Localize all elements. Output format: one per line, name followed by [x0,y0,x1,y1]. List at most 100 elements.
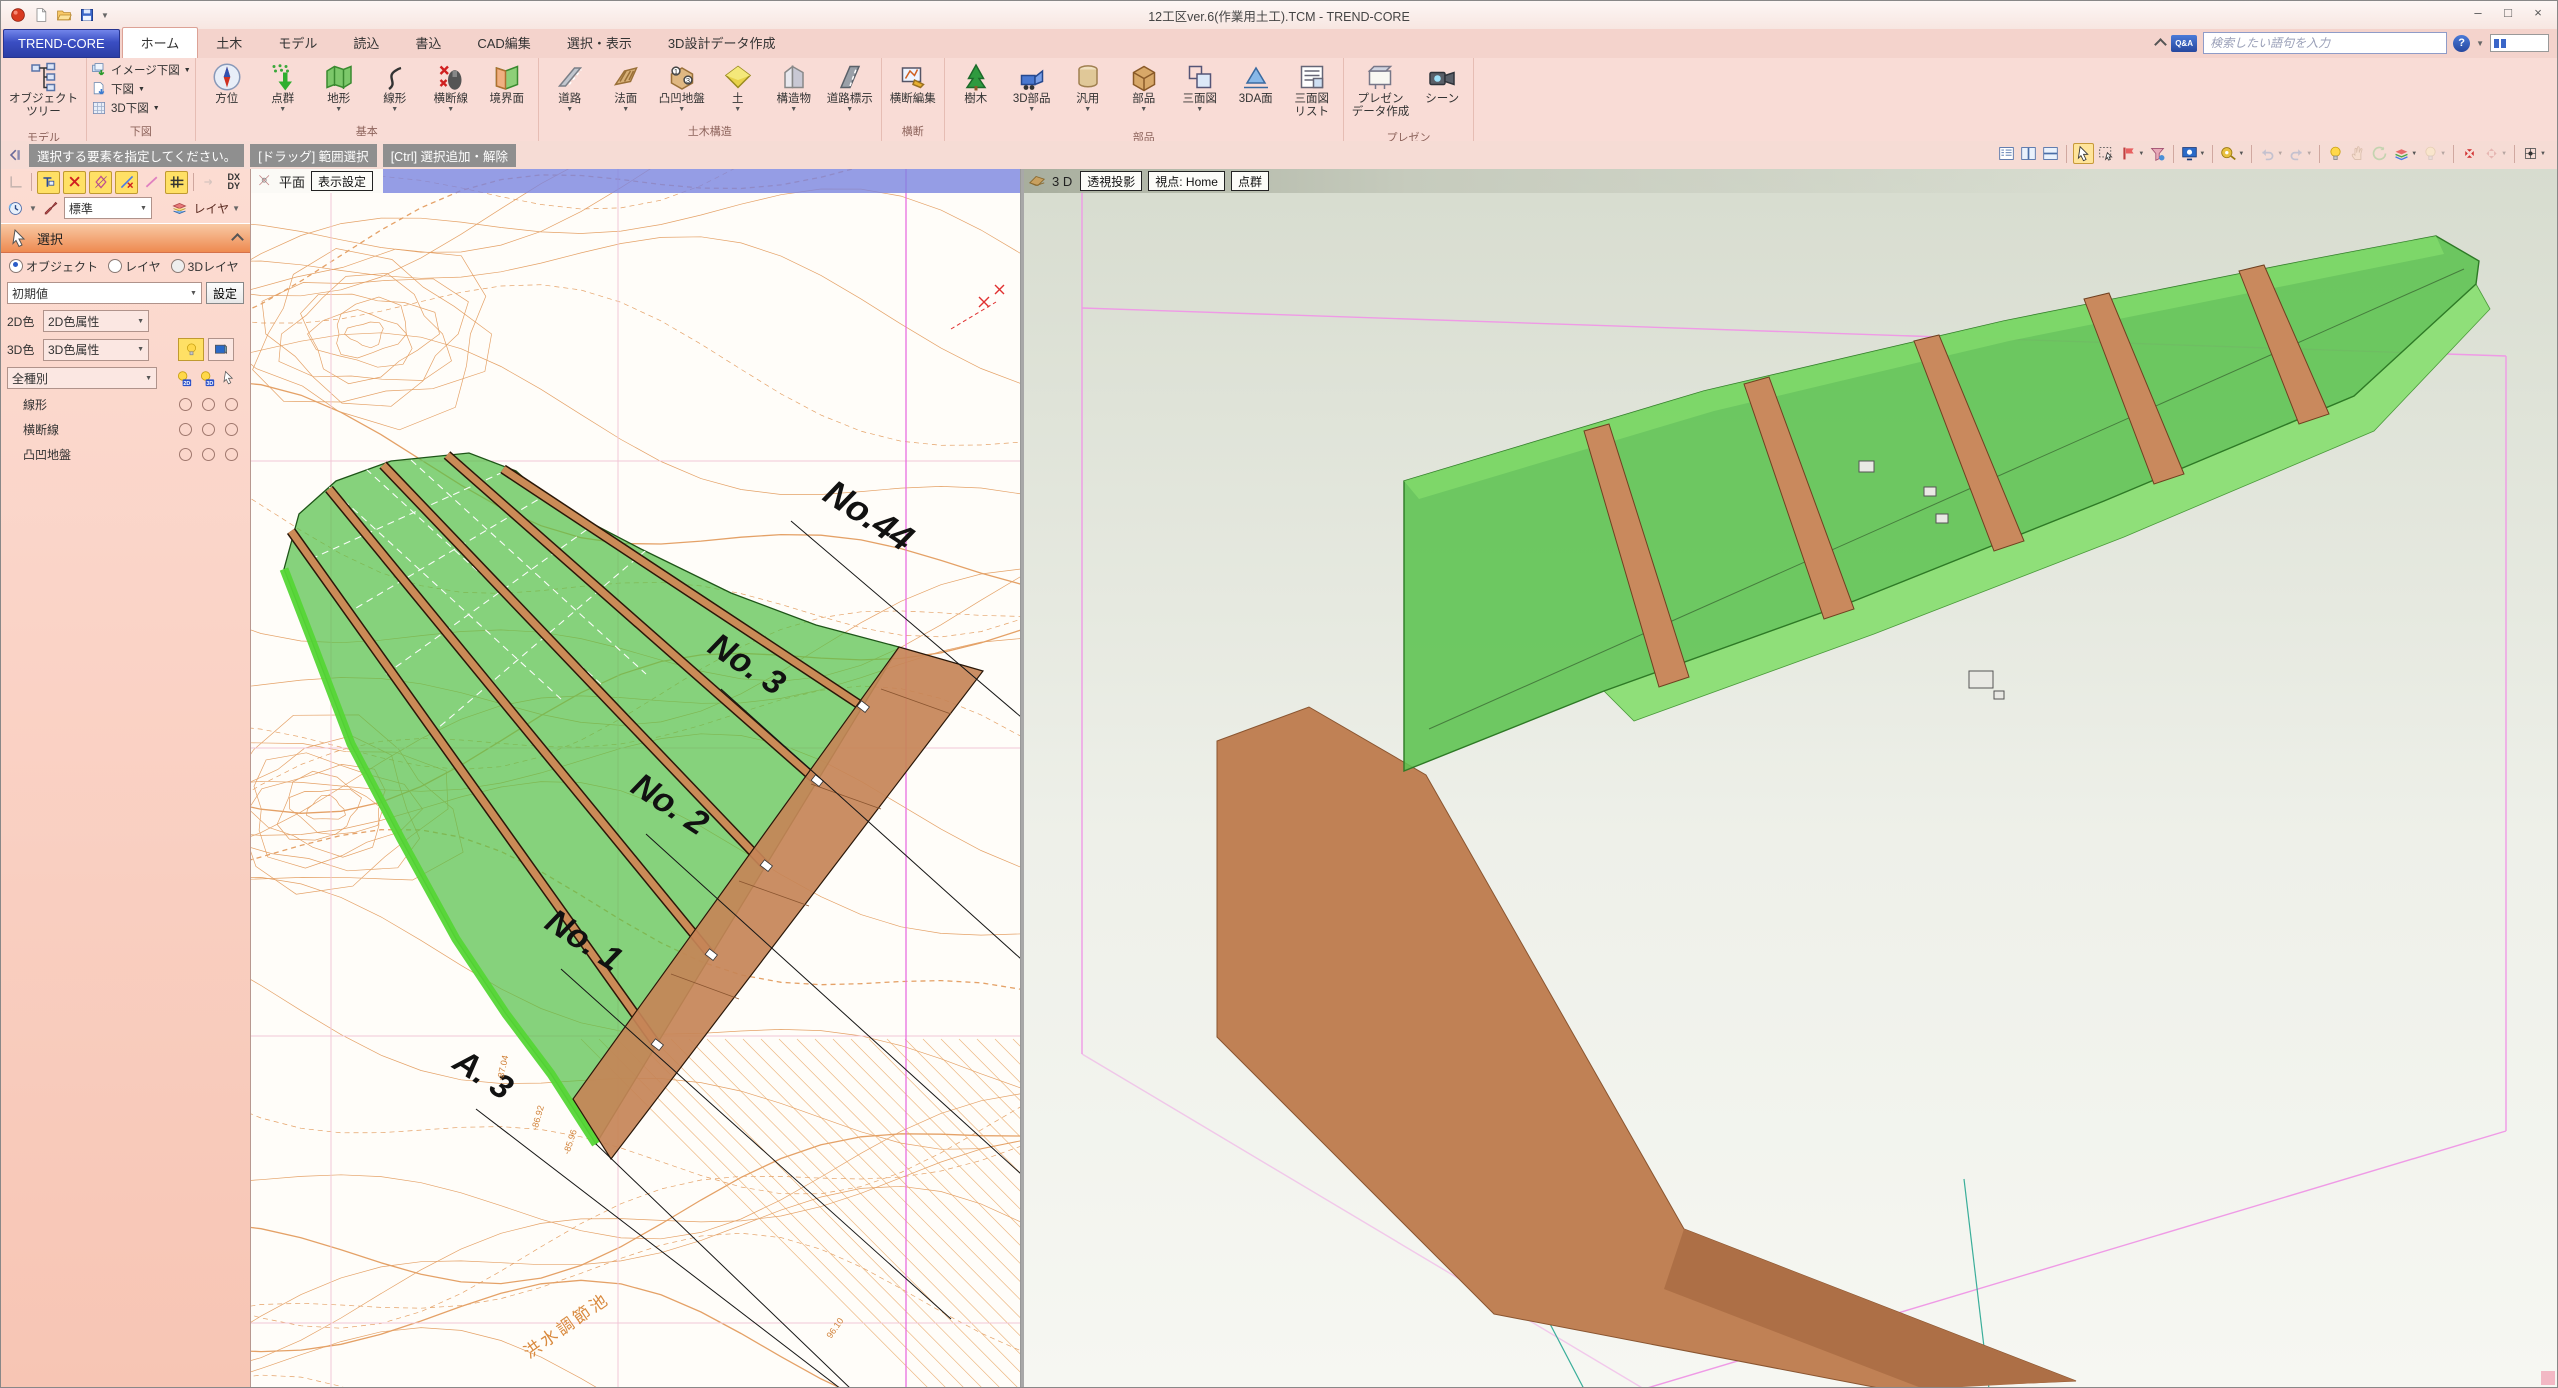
info-monitor-button[interactable]: ▼ [2180,144,2206,163]
type-filter-select[interactable]: 全種別▼ [7,367,157,389]
split-horizontal-button[interactable] [2041,144,2060,163]
type-radio[interactable] [225,398,238,411]
tab-ホーム[interactable]: ホーム [122,27,199,58]
new-file-icon[interactable] [32,6,50,24]
ribbon-button-三面図リスト[interactable]: 三面図 リスト [1285,60,1339,128]
corner-snap-button[interactable] [5,172,26,193]
tape-measure-button[interactable]: ▼ [2219,144,2245,163]
slash-x-button[interactable] [115,171,138,194]
diamond-line-button[interactable] [89,171,112,194]
bulb-ghost-button[interactable]: ▼ [2421,144,2447,163]
search-input[interactable] [2203,32,2447,54]
ribbon-button-汎用[interactable]: 汎用▼ [1061,60,1115,115]
type-radio[interactable] [225,448,238,461]
mode-radio-3Dレイヤ[interactable]: 3Dレイヤ [171,258,239,275]
list-view-button[interactable] [1997,144,2016,163]
tsquare-snap-button[interactable] [37,171,60,194]
select-panel-header[interactable]: 選択 [1,223,250,253]
projection-button[interactable]: 透視投影 [1080,171,1142,191]
ribbon-button-下図[interactable]: 下図▼ [91,81,191,97]
mode-radio-レイヤ[interactable]: レイヤ [108,258,161,275]
collapse-panel-icon[interactable] [231,233,244,246]
ribbon-button-3D部品[interactable]: 3D部品▼ [1005,60,1059,115]
ribbon-button-イメージ下図[interactable]: イメージ下図▼ [91,62,191,78]
display-settings-button[interactable]: 表示設定 [311,171,373,191]
plan-view-canvas[interactable]: No.44No. 3No. 2No. 1A. 3洪水調節池-87.04-86.9… [251,169,1021,1388]
bulb-3d-icon[interactable]: 3D [198,370,215,387]
color3d-select[interactable]: 3D色属性▼ [43,339,149,361]
layers-edit-button[interactable]: ▼ [2392,144,2418,163]
type-radio[interactable] [179,423,192,436]
tab-土木[interactable]: 土木 [198,28,260,58]
plan-view-tab[interactable]: 平面 [279,172,305,191]
dxdy-toggle[interactable]: DX DY [227,173,240,192]
app-menu-button[interactable]: TREND-CORE [3,29,120,58]
type-radio[interactable] [202,423,215,436]
x-delete-button[interactable] [63,171,86,194]
tab-読込[interactable]: 読込 [335,28,397,58]
ribbon-button-横断編集[interactable]: 横断編集 [886,60,940,115]
ribbon-button-シーン[interactable]: シーン [1415,60,1469,115]
cursor-sm-icon[interactable] [221,370,236,387]
viewpoint-button[interactable]: 視点: Home [1148,171,1225,191]
ribbon-button-プレゼンデータ作成[interactable]: プレゼン データ作成 [1348,60,1414,128]
tab-モデル[interactable]: モデル [260,28,335,58]
ribbon-button-横断線[interactable]: 横断線▼ [424,60,478,115]
ribbon-button-3DA面[interactable]: 3DA面 [1229,60,1283,115]
nav-back-icon[interactable] [7,147,23,163]
mode-radio-オブジェクト[interactable]: オブジェクト [9,258,98,275]
flag-select-button[interactable]: ▼ [2119,144,2145,163]
ribbon-button-オブジェクトツリー[interactable]: オブジェクト ツリー [5,60,82,128]
preset-select[interactable]: 初期値▼ [7,282,202,304]
resize-grip[interactable] [2541,1371,2555,1385]
refresh-button[interactable] [2370,144,2389,163]
history-icon[interactable] [5,198,26,219]
ribbon-button-3D下図[interactable]: 3D下図▼ [91,100,191,116]
expand-red-button[interactable]: ▼ [2482,144,2508,163]
split-vertical-button[interactable] [2019,144,2038,163]
minimize-button[interactable]: – [2463,1,2493,23]
grid-hash-button[interactable] [165,171,188,194]
bulb-2d-icon[interactable]: 2D [175,370,192,387]
help-icon[interactable]: ? [2453,35,2470,52]
ribbon-button-地形[interactable]: 地形▼ [312,60,366,115]
tab-選択・表示[interactable]: 選択・表示 [549,28,650,58]
bulb-button[interactable] [2326,144,2345,163]
display-color-toggle[interactable] [208,338,234,361]
type-radio[interactable] [225,423,238,436]
maximize-button[interactable]: □ [2493,1,2523,23]
tab-CAD編集[interactable]: CAD編集 [459,28,548,58]
arrow-faded-button[interactable] [199,172,220,193]
grid-snap-button[interactable]: ▼ [2521,144,2547,163]
plan-view-pane[interactable]: No.44No. 3No. 2No. 1A. 3洪水調節池-87.04-86.9… [251,169,1021,1388]
qat-customize-icon[interactable]: ▼ [101,11,109,20]
type-radio[interactable] [179,398,192,411]
shrink-red-button[interactable] [2460,144,2479,163]
ribbon-button-方位[interactable]: 方位 [200,60,254,115]
select-cursor-button[interactable] [2073,143,2094,164]
tab-書込[interactable]: 書込 [397,28,459,58]
undo-button[interactable]: ▼ [2258,144,2284,163]
pan-hand-button[interactable] [2348,144,2367,163]
funnel-filter-button[interactable] [2148,144,2167,163]
collapse-ribbon-icon[interactable] [2154,38,2167,51]
3d-view-pane[interactable]: 3 D 透視投影 視点: Home 点群 [1024,169,2558,1388]
type-radio[interactable] [179,448,192,461]
3d-view-tab[interactable]: 3 D [1052,174,1072,189]
3d-view-canvas[interactable] [1024,169,2558,1388]
ribbon-button-樹木[interactable]: 樹木 [949,60,1003,115]
nav-back-icon[interactable] [7,147,23,163]
type-radio[interactable] [202,448,215,461]
ribbon-button-道路標示[interactable]: 道路標示▼ [823,60,877,115]
ribbon-button-土[interactable]: 土▼ [711,60,765,115]
type-radio[interactable] [202,398,215,411]
open-file-icon[interactable] [55,6,73,24]
help-dropdown-icon[interactable]: ▼ [2476,39,2484,48]
style-preset-select[interactable]: 標準▼ [64,197,152,219]
ribbon-button-道路[interactable]: 道路▼ [543,60,597,115]
ribbon-button-点群[interactable]: 点群▼ [256,60,310,115]
save-file-icon[interactable] [78,6,96,24]
ribbon-button-凸凹地盤[interactable]: 13凸凹地盤▼ [655,60,709,115]
ribbon-button-部品[interactable]: 部品▼ [1117,60,1171,115]
tab-3D設計データ作成[interactable]: 3D設計データ作成 [650,28,794,58]
